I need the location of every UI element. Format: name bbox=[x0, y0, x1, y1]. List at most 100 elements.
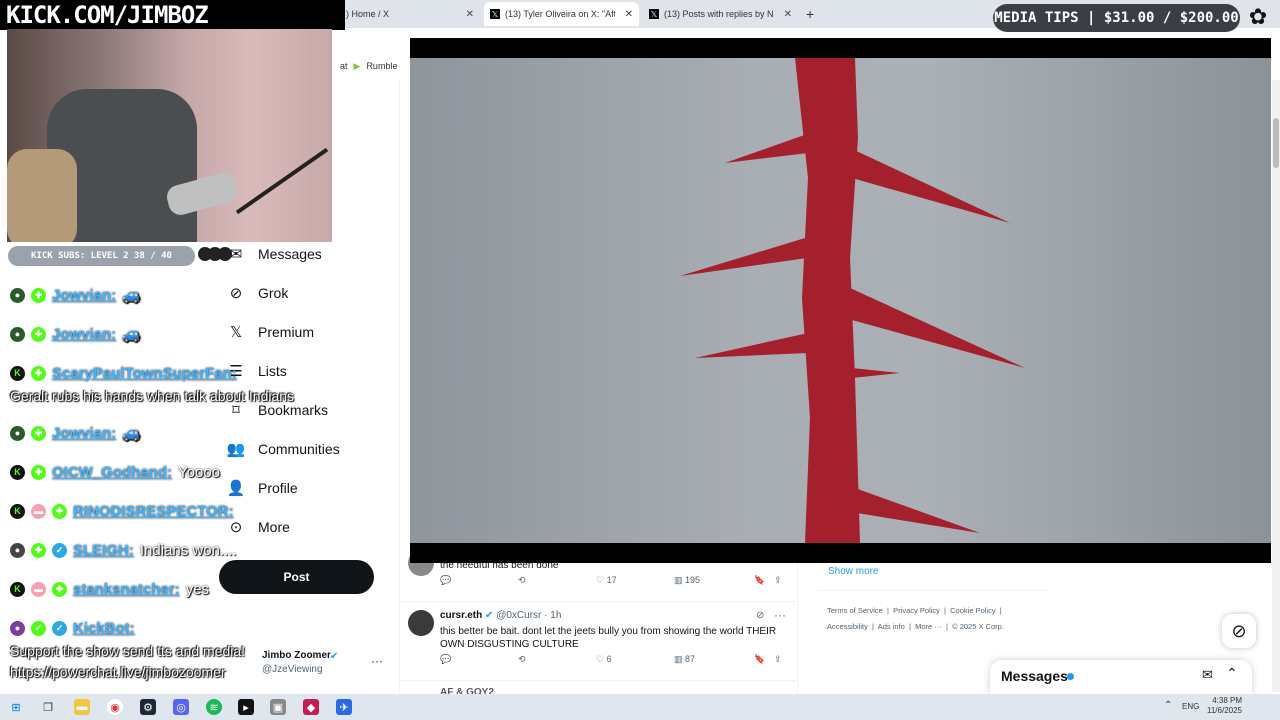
nav-item-bookmarks[interactable]: ⌑ Bookmarks bbox=[228, 402, 329, 419]
nav-item-communities[interactable]: 👥 Communities bbox=[227, 441, 340, 458]
kick-badge-icon: K bbox=[10, 581, 25, 597]
mic-arm-shape bbox=[235, 147, 329, 215]
video-player[interactable] bbox=[410, 38, 1271, 563]
show-more-link[interactable]: Show more bbox=[828, 566, 879, 577]
messages-drawer[interactable]: Messages ✉ ⌃ bbox=[990, 660, 1252, 694]
sub-badge-icon: ✚ bbox=[31, 287, 46, 303]
footer-link[interactable]: More ··· bbox=[915, 622, 942, 631]
tab-home-label: ) Home / X bbox=[346, 9, 390, 19]
footer-link[interactable]: Terms of Service bbox=[827, 606, 883, 615]
account-switcher[interactable]: Jimbo Zoomer ✔ @JzeViewing ··· bbox=[228, 648, 388, 678]
app-icon[interactable]: ◆ bbox=[303, 699, 319, 715]
chat-username: RINODISRESPECTOR: bbox=[73, 502, 234, 520]
kick-badge-icon: K bbox=[10, 464, 25, 480]
reply-icon[interactable]: 💬 bbox=[440, 575, 451, 586]
mail-icon: ✉ bbox=[229, 246, 243, 263]
like-button[interactable]: ♡ 6 bbox=[596, 654, 612, 665]
grok-fab-button[interactable]: ⊘ bbox=[1222, 614, 1256, 648]
footer-link[interactable]: Privacy Policy bbox=[893, 606, 940, 615]
sub-badge-icon: ✚ bbox=[31, 425, 46, 441]
account-handle: @JzeViewing bbox=[262, 664, 323, 675]
nav-item-premium[interactable]: 𝕏 Premium bbox=[228, 324, 314, 341]
kick-badge-icon: K bbox=[10, 503, 25, 519]
scrollbar-thumb[interactable] bbox=[1273, 118, 1279, 168]
more-icon[interactable]: ··· bbox=[774, 608, 786, 622]
spotify-icon[interactable]: ≋ bbox=[206, 699, 222, 715]
bookmark-icon[interactable]: 🔖 bbox=[754, 654, 765, 665]
badge-icon: ● bbox=[10, 425, 25, 441]
nav-item-messages[interactable]: ✉ Messages bbox=[228, 246, 322, 263]
bookmark-item[interactable]: Rumble bbox=[366, 61, 397, 71]
repost-icon[interactable]: ⟲ bbox=[518, 654, 526, 665]
tab-tyler-oliveira[interactable]: 𝕏 (13) Tyler Oliveira on X: "After n ✕ bbox=[484, 2, 639, 26]
app-icon[interactable]: ✈ bbox=[336, 699, 352, 715]
chat-text: yes bbox=[185, 580, 210, 598]
tab-home[interactable]: ) Home / X ✕ bbox=[340, 2, 480, 26]
footer-link[interactable]: Accessibility bbox=[827, 622, 868, 631]
chat-username: stanksnatcher: bbox=[73, 580, 180, 598]
bookmark-icon: ⌑ bbox=[232, 402, 240, 419]
x-logo-icon: 𝕏 bbox=[229, 324, 243, 341]
nav-label: Bookmarks bbox=[258, 402, 329, 418]
discord-icon[interactable]: ◎ bbox=[173, 699, 189, 715]
steam-icon[interactable]: ⚙ bbox=[140, 699, 156, 715]
badge-icon: ▬ bbox=[31, 503, 46, 519]
verified-icon: ✔ bbox=[330, 651, 339, 662]
post-button[interactable]: Post bbox=[219, 560, 374, 594]
share-icon[interactable]: ⇪ bbox=[774, 575, 782, 586]
compose-message-icon[interactable]: ✉ bbox=[1202, 667, 1213, 683]
tweet-time[interactable]: 1h bbox=[550, 610, 561, 621]
close-icon[interactable]: ✕ bbox=[466, 9, 474, 20]
grok-icon[interactable]: ⊘ bbox=[756, 610, 764, 621]
tab-posts-replies[interactable]: 𝕏 (13) Posts with replies by N ✕ bbox=[643, 2, 798, 26]
nav-item-more[interactable]: ⊙ More bbox=[228, 519, 290, 536]
like-button[interactable]: ♡ 17 bbox=[596, 575, 617, 586]
close-icon[interactable]: ✕ bbox=[784, 9, 792, 20]
share-icon[interactable]: ⇪ bbox=[774, 654, 782, 665]
tweet-author-name[interactable]: cursr.eth bbox=[440, 610, 482, 621]
messages-drawer-title: Messages bbox=[1001, 668, 1068, 684]
chat-username: ScaryPaulTownSuperFan: bbox=[52, 364, 237, 382]
tray-chevron-icon[interactable]: ⌃ bbox=[1164, 700, 1172, 711]
views-button[interactable]: ▥ 87 bbox=[674, 654, 695, 665]
app-icon[interactable]: ▣ bbox=[270, 699, 286, 715]
terminal-icon[interactable]: ▸ bbox=[238, 699, 254, 715]
footer-links: Terms of Service | Privacy Policy | Cook… bbox=[827, 606, 1004, 631]
task-view-icon[interactable]: ❐ bbox=[40, 699, 56, 715]
bookmark-icon[interactable]: 🔖 bbox=[754, 575, 765, 586]
kick-badge-icon: K bbox=[10, 365, 25, 381]
more-icon[interactable]: ··· bbox=[371, 654, 383, 668]
new-tab-button[interactable]: + bbox=[800, 2, 824, 26]
chat-text: Indians won.... bbox=[139, 541, 237, 559]
bookmark-item[interactable]: at bbox=[340, 61, 348, 71]
clock[interactable]: 4:38 PM 11/6/2025 bbox=[1206, 696, 1242, 716]
nav-item-grok[interactable]: ⊘ Grok bbox=[228, 285, 289, 302]
nav-item-profile[interactable]: 👤 Profile bbox=[227, 480, 298, 497]
video-frame bbox=[410, 58, 1271, 543]
nav-label: Communities bbox=[258, 441, 340, 457]
close-icon[interactable]: ✕ bbox=[625, 9, 633, 20]
thorny-stem-image bbox=[680, 58, 1025, 543]
chat-message: ● ✚ ✓ SLEIGH: Indians won.... bbox=[10, 538, 237, 562]
chat-message: K ▬ ✚ RINODISRESPECTOR: bbox=[10, 499, 234, 523]
reply-icon[interactable]: 💬 bbox=[440, 654, 451, 665]
rumble-icon: ▶ bbox=[353, 60, 361, 71]
language-indicator[interactable]: ENG bbox=[1182, 702, 1199, 711]
scrollbar[interactable] bbox=[1272, 80, 1280, 692]
tweet-author-handle[interactable]: @0xCursr bbox=[496, 610, 541, 621]
expand-icon[interactable]: ⌃ bbox=[1226, 665, 1238, 682]
chat-text: Support the show send tts and media! bbox=[10, 643, 246, 659]
chrome-icon[interactable]: ◉ bbox=[107, 699, 123, 715]
footer-link[interactable]: Cookie Policy bbox=[950, 606, 995, 615]
repost-icon[interactable]: ⟲ bbox=[518, 575, 526, 586]
file-explorer-icon[interactable]: ▬ bbox=[74, 699, 90, 715]
views-button[interactable]: ▥ 195 bbox=[674, 575, 700, 586]
avatar[interactable] bbox=[408, 610, 434, 636]
sword-badge-icon: ✓ bbox=[52, 542, 67, 558]
chat-username: SLEIGH: bbox=[73, 541, 134, 559]
windows-start-icon[interactable]: ⊞ bbox=[8, 699, 24, 715]
chat-text: 🚙 bbox=[122, 287, 141, 304]
windows-taskbar bbox=[0, 694, 1280, 720]
footer-link[interactable]: Ads info bbox=[878, 622, 905, 631]
webcam-feed bbox=[7, 29, 332, 242]
